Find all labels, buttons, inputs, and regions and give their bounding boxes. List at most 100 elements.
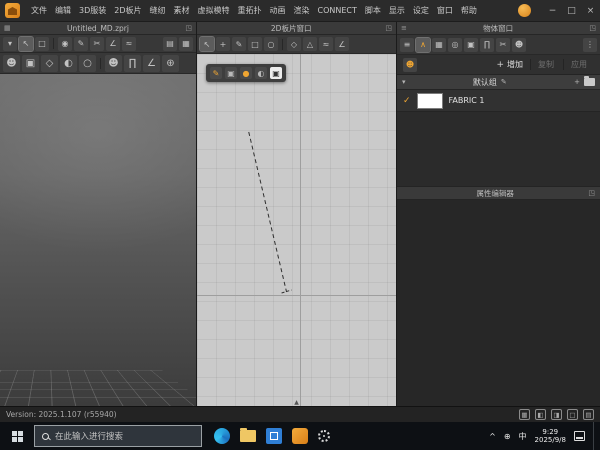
notch-tool-icon[interactable]: △: [303, 37, 317, 51]
menu-2d-pattern[interactable]: 2D板片: [110, 0, 145, 22]
pose-icon[interactable]: ☻: [105, 55, 122, 72]
simulate-dropdown-icon[interactable]: ▾: [3, 37, 17, 51]
measure-icon[interactable]: ∠: [106, 37, 120, 51]
2d-canvas[interactable]: ✎ ▣ ● ◐ ▣ ▲: [197, 54, 396, 406]
menu-edit[interactable]: 编辑: [51, 0, 75, 22]
collapse-caret-icon[interactable]: ▾: [402, 78, 406, 86]
measurement-icon[interactable]: ∠: [143, 55, 160, 72]
layout-left-icon[interactable]: ◧: [535, 409, 546, 420]
account-icon[interactable]: [518, 4, 531, 17]
menu-avatar[interactable]: 虚拟模特: [194, 0, 234, 22]
layout-full-icon[interactable]: □: [567, 409, 578, 420]
transform-pattern-icon[interactable]: ↖: [200, 37, 214, 51]
tray-clock[interactable]: 9:29 2025/9/8: [535, 428, 566, 445]
object-list-empty-area[interactable]: [397, 112, 600, 186]
show-desktop-button[interactable]: [593, 422, 597, 450]
list-view-icon[interactable]: ≡: [400, 38, 414, 52]
avatar-display-icon[interactable]: ☻: [3, 55, 20, 72]
pin-icon[interactable]: ◉: [58, 37, 72, 51]
menu-display[interactable]: 显示: [385, 0, 409, 22]
menu-sewing[interactable]: 缝纫: [146, 0, 170, 22]
flatten-icon[interactable]: ≈: [122, 37, 136, 51]
menu-help[interactable]: 帮助: [457, 0, 481, 22]
world-icon[interactable]: ⊕: [162, 55, 179, 72]
button-tab-icon[interactable]: ◎: [448, 38, 462, 52]
default-group-row[interactable]: ▾ 默认组 ✎ +: [397, 75, 600, 90]
pants-tab-icon[interactable]: ∏: [480, 38, 494, 52]
menu-render[interactable]: 渲染: [290, 0, 314, 22]
object-window-undock-icon[interactable]: ◳: [589, 24, 596, 32]
panel3d-undock-icon[interactable]: ◳: [185, 24, 192, 32]
tray-ime-indicator[interactable]: 中: [519, 431, 527, 442]
trim-tab-icon[interactable]: ✂: [496, 38, 510, 52]
menu-3d-garment[interactable]: 3D服装: [75, 0, 110, 22]
fabric-list-icon[interactable]: ☻: [403, 58, 417, 72]
taskbar-store-icon[interactable]: [266, 428, 282, 444]
rename-pencil-icon[interactable]: ✎: [501, 78, 507, 86]
menu-retopology[interactable]: 重拓扑: [234, 0, 266, 22]
record-icon[interactable]: ●: [240, 67, 252, 79]
start-button[interactable]: [0, 422, 34, 450]
action-center-icon[interactable]: [574, 431, 585, 441]
accessory-display-icon[interactable]: ○: [79, 55, 96, 72]
layout-default-icon[interactable]: ▦: [519, 409, 530, 420]
hair-display-icon[interactable]: ◐: [60, 55, 77, 72]
circle-tool-icon[interactable]: ○: [264, 37, 278, 51]
halftone-view-icon[interactable]: ◐: [255, 67, 267, 79]
fabric-view-icon[interactable]: ▣: [225, 67, 237, 79]
taskbar-explorer-icon[interactable]: [240, 430, 256, 442]
shirt-view-icon[interactable]: ▣: [270, 67, 282, 79]
taskbar-search[interactable]: 在此输入进行搜索: [34, 425, 202, 447]
edit-pattern-icon[interactable]: +: [216, 37, 230, 51]
snapshot-icon[interactable]: ▤: [163, 37, 177, 51]
size-icon[interactable]: ∏: [124, 55, 141, 72]
box-select-icon[interactable]: □: [35, 37, 49, 51]
fabric-list-item[interactable]: ✓ FABRIC 1: [397, 90, 600, 112]
scissors-icon[interactable]: ✂: [90, 37, 104, 51]
object-list-icon[interactable]: ≡: [401, 24, 407, 32]
fabric-tab-icon[interactable]: ▦: [432, 38, 446, 52]
property-editor-body[interactable]: [397, 200, 600, 406]
maximize-button[interactable]: □: [562, 0, 581, 21]
taskbar-md-icon[interactable]: [292, 428, 308, 444]
brush-icon[interactable]: ✎: [210, 67, 222, 79]
copy-fabric-button[interactable]: 复制: [530, 59, 561, 70]
menu-script[interactable]: 脚本: [361, 0, 385, 22]
tray-chevron-icon[interactable]: ^: [489, 432, 496, 441]
fabric-swatch[interactable]: [417, 93, 443, 109]
garment-display-icon[interactable]: ▣: [22, 55, 39, 72]
shoes-display-icon[interactable]: ◇: [41, 55, 58, 72]
dart-tool-icon[interactable]: ◇: [287, 37, 301, 51]
add-fabric-button[interactable]: + 增加: [491, 59, 528, 70]
menu-animation[interactable]: 动画: [266, 0, 290, 22]
more-tabs-icon[interactable]: ⋮: [583, 38, 597, 52]
layout-right-icon[interactable]: ◨: [551, 409, 562, 420]
tray-network-icon[interactable]: ⊕: [504, 432, 511, 441]
menu-connect[interactable]: CONNECT: [314, 0, 361, 22]
menu-window[interactable]: 窗口: [433, 0, 457, 22]
hanger-icon[interactable]: ∧: [416, 38, 430, 52]
sewing-tool-icon[interactable]: ✎: [74, 37, 88, 51]
select-move-icon[interactable]: ↖: [19, 37, 33, 51]
menu-file[interactable]: 文件: [27, 0, 51, 22]
close-button[interactable]: ×: [581, 0, 600, 21]
view-options-icon[interactable]: ▦: [179, 37, 193, 51]
menu-settings[interactable]: 设定: [409, 0, 433, 22]
garment-tab-icon[interactable]: ▣: [464, 38, 478, 52]
avatar-tab-icon[interactable]: ☻: [512, 38, 526, 52]
property-editor-undock-icon[interactable]: ◳: [588, 189, 595, 197]
3d-viewport[interactable]: [0, 74, 196, 406]
rectangle-tool-icon[interactable]: □: [248, 37, 262, 51]
fabric-check-icon[interactable]: ✓: [403, 96, 411, 106]
menu-material[interactable]: 素材: [170, 0, 194, 22]
apply-fabric-button[interactable]: 应用: [563, 59, 594, 70]
taskbar-edge-icon[interactable]: [214, 428, 230, 444]
measure-2d-icon[interactable]: ∠: [335, 37, 349, 51]
capture-icon[interactable]: ▤: [583, 409, 594, 420]
taskbar-settings-icon[interactable]: [318, 430, 330, 442]
panel2d-undock-icon[interactable]: ◳: [385, 24, 392, 32]
pen-tool-icon[interactable]: ✎: [232, 37, 246, 51]
add-group-icon[interactable]: +: [574, 78, 580, 86]
folder-icon[interactable]: [584, 78, 595, 86]
minimize-button[interactable]: −: [543, 0, 562, 21]
